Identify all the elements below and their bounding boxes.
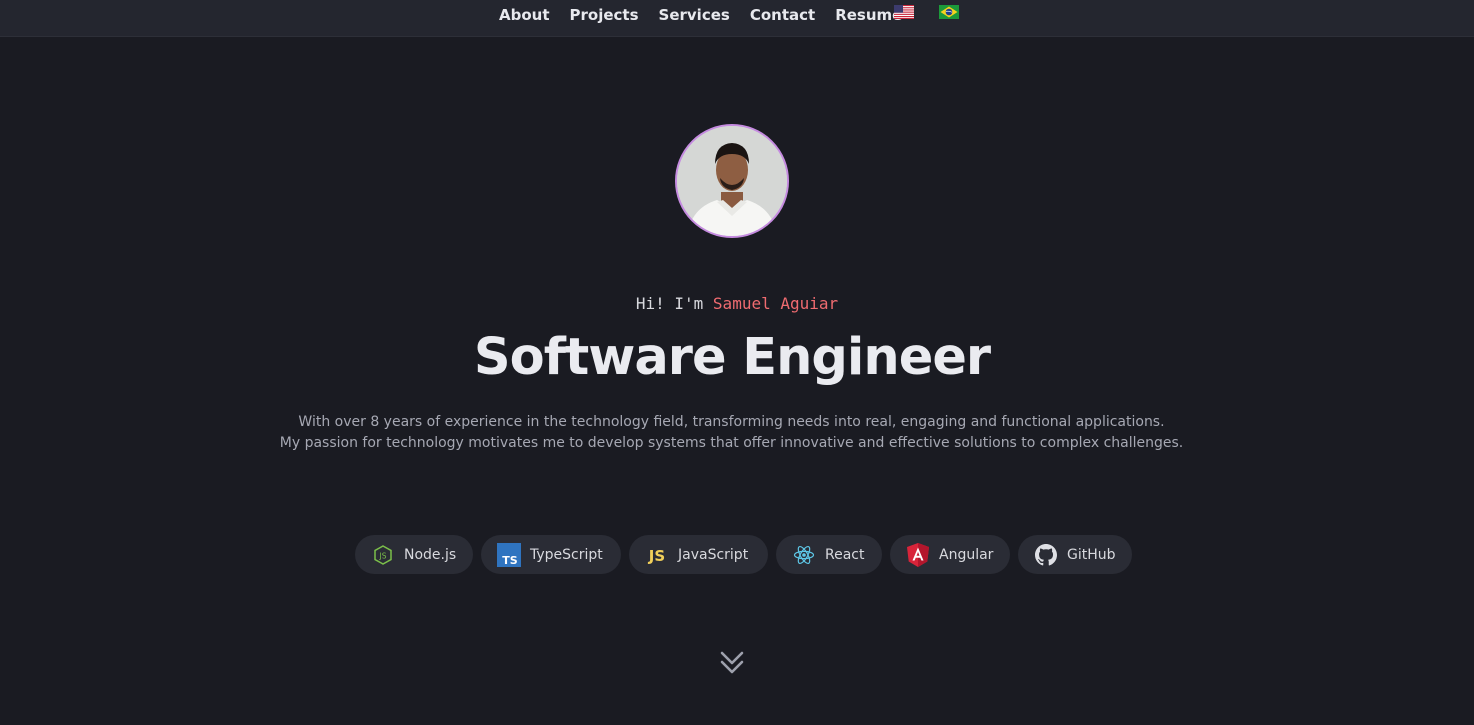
hero-title: Software Engineer: [473, 328, 991, 387]
skill-label: Node.js: [404, 546, 457, 563]
skill-label: React: [825, 546, 865, 563]
nav-link-about[interactable]: About: [499, 5, 550, 25]
profile-photo: [677, 126, 787, 236]
skill-pill-react[interactable]: React: [776, 535, 882, 574]
github-icon: [1034, 543, 1058, 567]
skill-label: Angular: [939, 546, 994, 563]
svg-text:JS: JS: [379, 551, 387, 560]
svg-text:TS: TS: [502, 554, 518, 567]
skill-pill-typescript[interactable]: TS TypeScript: [481, 535, 621, 574]
skill-label: TypeScript: [530, 546, 603, 563]
hero-greeting: Hi! I'm Samuel Aguiar: [0, 294, 1474, 313]
nav-link-contact[interactable]: Contact: [750, 5, 815, 25]
brazil-flag-icon[interactable]: [939, 5, 959, 19]
nav-links: About Projects Services Contact Resume: [499, 5, 922, 25]
skill-pill-nodejs[interactable]: JS Node.js: [355, 535, 473, 574]
us-flag-icon[interactable]: [894, 5, 914, 19]
nav-link-projects[interactable]: Projects: [570, 5, 639, 25]
description-line-1: With over 8 years of experience in the t…: [298, 414, 1165, 430]
typescript-icon: TS: [497, 542, 521, 567]
svg-text:JS: JS: [648, 547, 665, 565]
skill-label: JavaScript: [678, 546, 749, 563]
skill-pill-javascript[interactable]: JS JavaScript: [629, 535, 768, 574]
skill-pill-github[interactable]: GitHub: [1018, 535, 1132, 574]
skills-list: JS Node.js TS TypeScript JS JavaScript R…: [355, 535, 1140, 574]
angular-icon: [906, 542, 930, 567]
nav-link-resume[interactable]: Resume: [835, 5, 902, 25]
profile-avatar: [675, 124, 789, 238]
description-line-2: My passion for technology motivates me t…: [279, 435, 1184, 451]
top-navbar: About Projects Services Contact Resume: [0, 0, 1474, 37]
skill-label: GitHub: [1067, 546, 1116, 563]
chevron-double-down-icon[interactable]: [719, 650, 745, 676]
nav-link-services[interactable]: Services: [659, 5, 730, 25]
javascript-icon: JS: [645, 543, 669, 567]
hero-name: Samuel Aguiar: [712, 294, 839, 313]
react-icon: [792, 543, 816, 567]
greeting-prefix: Hi! I'm: [635, 294, 704, 313]
nodejs-icon: JS: [371, 543, 395, 567]
hero-description: With over 8 years of experience in the t…: [0, 412, 1463, 454]
skill-pill-angular[interactable]: Angular: [890, 535, 1010, 574]
